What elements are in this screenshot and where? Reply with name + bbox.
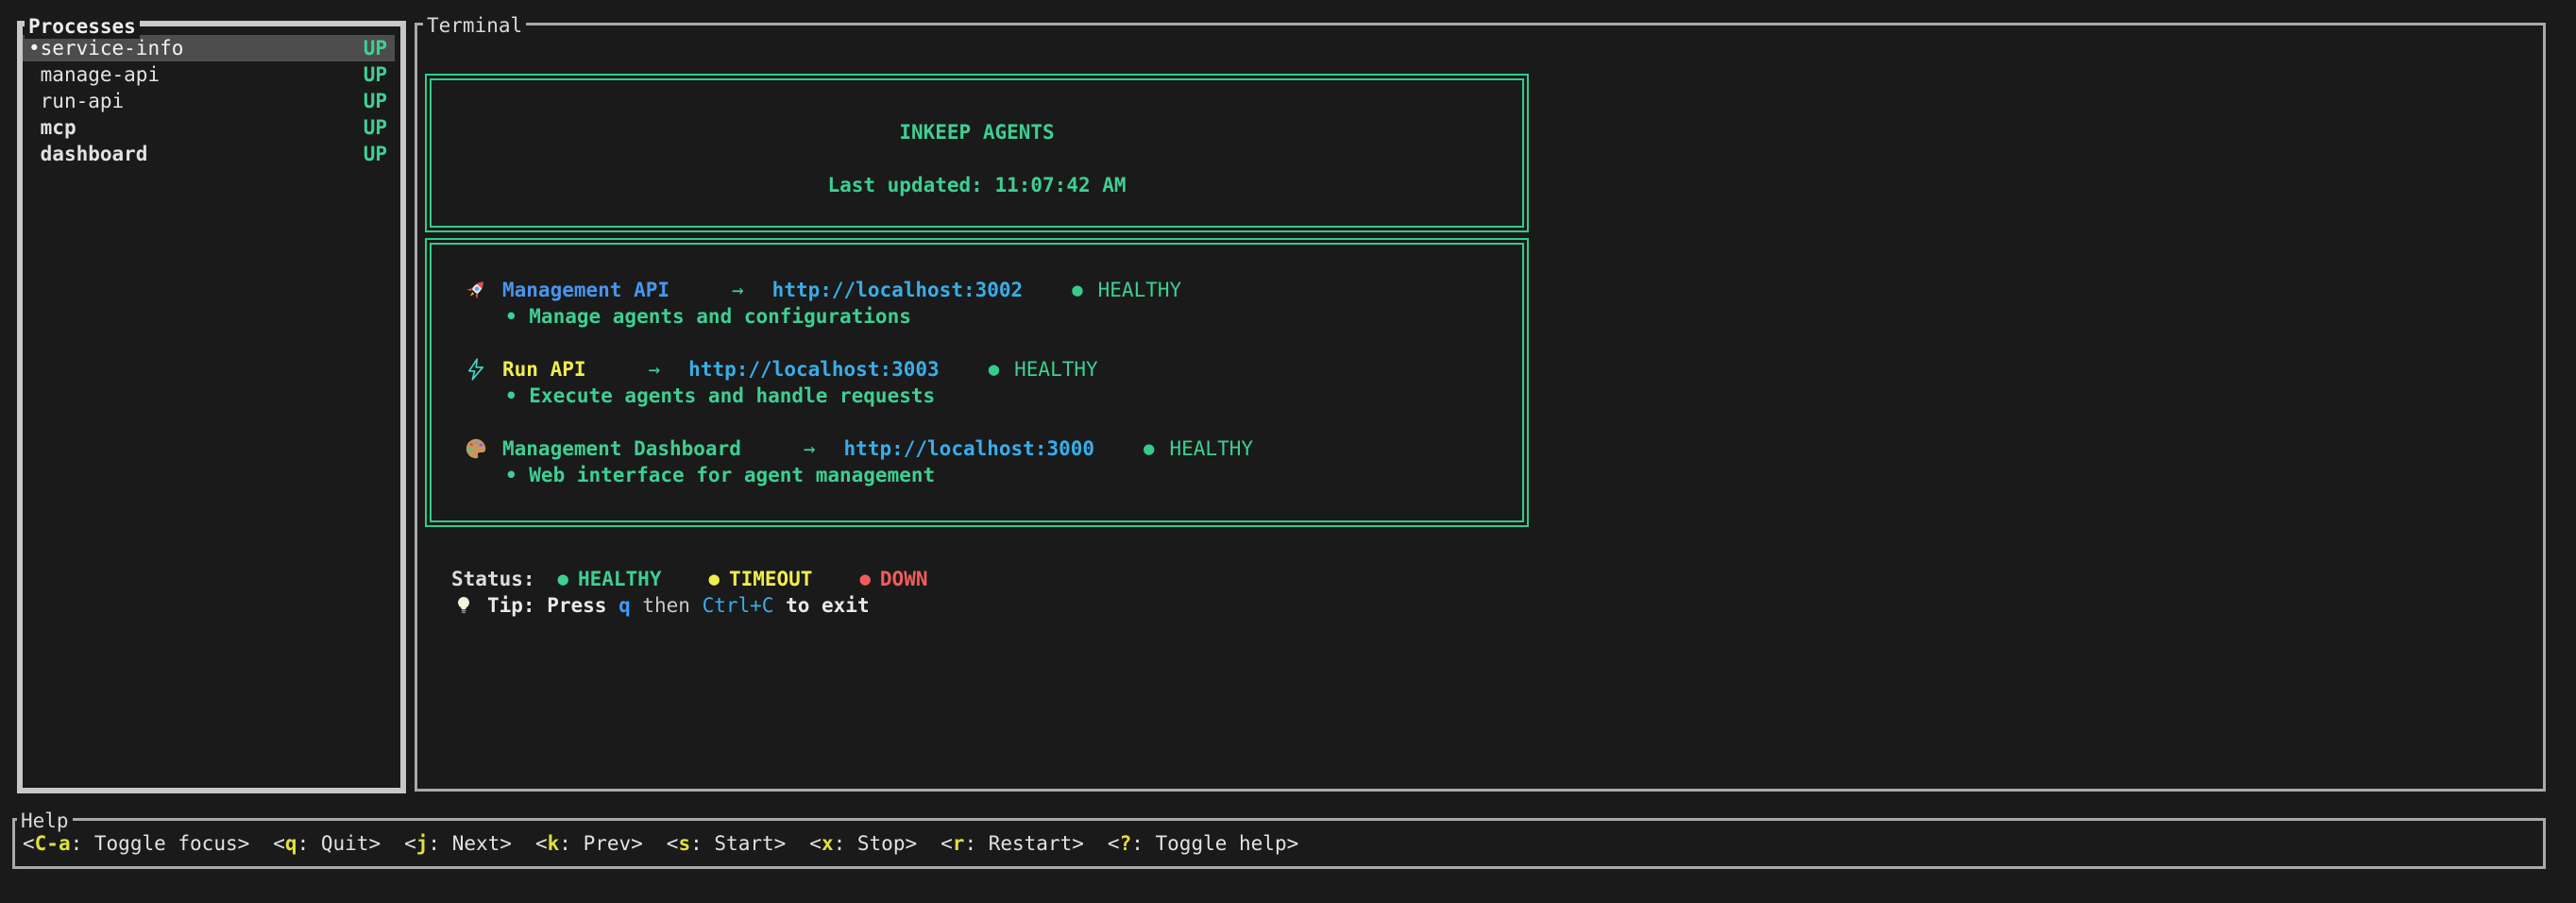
service-name: Run API [502, 358, 586, 381]
terminal-panel: Terminal INKEEP AGENTS Last updated: 11:… [415, 23, 2546, 792]
help-label: Prev [584, 832, 632, 855]
process-status-badge: UP [364, 37, 387, 60]
service-url[interactable]: http://localhost:3003 [688, 358, 940, 381]
selection-marker [28, 63, 41, 86]
process-status-badge: UP [364, 143, 387, 165]
service-url[interactable]: http://localhost:3000 [844, 437, 1095, 460]
help-key: C-a [35, 832, 71, 855]
service-health: HEALTHY [1014, 358, 1098, 381]
processes-panel-title: Processes [25, 14, 140, 39]
help-label: Toggle focus [94, 832, 238, 855]
help-label: Quit [321, 832, 369, 855]
process-name: mcp [41, 116, 76, 139]
help-item-toggle-focus: <C-a: Toggle focus> [23, 832, 249, 855]
process-status-badge: UP [364, 116, 387, 139]
legend-text: TIMEOUT [729, 568, 813, 590]
help-key: q [285, 832, 297, 855]
help-label: Stop [857, 832, 906, 855]
legend-item-timeout: ● TIMEOUT [708, 568, 837, 590]
process-name: dashboard [41, 143, 148, 165]
help-label: Restart [989, 832, 1073, 855]
tip-key-q: q [619, 594, 631, 617]
process-row-mcp[interactable]: mcp UP [23, 114, 395, 141]
process-row-service-info[interactable]: •service-info UP [23, 35, 395, 61]
terminal-panel-title: Terminal [423, 13, 526, 38]
status-dot: ● [859, 569, 870, 589]
legend-text: HEALTHY [578, 568, 662, 590]
service-description: • Manage agents and configurations [432, 303, 1522, 330]
status-dot: ● [1144, 438, 1154, 459]
process-row-run-api[interactable]: run-api UP [23, 88, 395, 114]
service-row-management-api: Management API → http://localhost:3002 ●… [432, 277, 1522, 303]
process-name: service-info [41, 37, 184, 60]
process-row-manage-api[interactable]: manage-api UP [23, 61, 395, 88]
arrow-icon: → [649, 358, 661, 381]
service-name: Management API [502, 279, 669, 301]
legend-item-healthy: ● HEALTHY [558, 568, 686, 590]
help-item-toggle-help: <?: Toggle help> [1108, 832, 1298, 855]
palette-icon [463, 435, 489, 462]
last-updated: Last updated: 11:07:42 AM [432, 172, 1522, 198]
process-status-badge: UP [364, 90, 387, 112]
selection-marker [28, 116, 41, 139]
help-key: ? [1120, 832, 1132, 855]
service-description: • Web interface for agent management [432, 462, 1522, 488]
help-label: Start [714, 832, 773, 855]
status-dot: ● [708, 569, 719, 589]
help-panel: Help <C-a: Toggle focus> <q: Quit> <j: N… [12, 818, 2546, 869]
service-description: • Execute agents and handle requests [432, 383, 1522, 409]
app-title: INKEEP AGENTS [432, 119, 1522, 145]
service-row-run-api: Run API → http://localhost:3003 ● HEALTH… [432, 356, 1522, 383]
help-item-quit: <q: Quit> [273, 832, 381, 855]
lightning-icon [463, 356, 489, 383]
legend-item-down: ● DOWN [859, 568, 952, 590]
help-item-stop: <x: Stop> [809, 832, 917, 855]
help-key: s [678, 832, 690, 855]
tip-text: Tip: Press [487, 594, 619, 617]
status-dot: ● [1072, 280, 1082, 300]
help-label: Toggle help [1156, 832, 1287, 855]
service-health: HEALTHY [1170, 437, 1254, 460]
help-item-start: <s: Start> [667, 832, 786, 855]
help-key: r [953, 832, 965, 855]
selection-marker: • [28, 37, 41, 60]
process-row-dashboard[interactable]: dashboard UP [23, 141, 395, 167]
process-list: •service-info UP manage-api UP run-api U… [23, 26, 400, 167]
process-name: run-api [41, 90, 125, 112]
lightbulb-icon [451, 593, 476, 618]
mprocs-terminal-ui: Processes •service-info UP manage-api UP… [0, 0, 2576, 903]
tip-key-ctrl-c: Ctrl+C [703, 594, 774, 617]
help-item-next: <j: Next> [404, 832, 512, 855]
service-name: Management Dashboard [502, 437, 741, 460]
help-item-prev: <k: Prev> [535, 832, 643, 855]
tip-text: to exit [773, 594, 869, 617]
status-legend: Status: ● HEALTHY ● TIMEOUT ● DOWN [451, 566, 952, 592]
help-key: k [548, 832, 560, 855]
process-status-badge: UP [364, 63, 387, 86]
selection-marker [28, 143, 41, 165]
services-box: Management API → http://localhost:3002 ●… [425, 238, 1529, 527]
status-legend-label: Status: [451, 568, 535, 590]
header-box: INKEEP AGENTS Last updated: 11:07:42 AM [425, 74, 1529, 232]
service-row-management-dashboard: Management Dashboard → http://localhost:… [432, 435, 1522, 462]
arrow-icon: → [732, 279, 744, 301]
selection-marker [28, 90, 41, 112]
help-label: Next [452, 832, 500, 855]
help-key: j [416, 832, 429, 855]
service-health: HEALTHY [1098, 279, 1182, 301]
help-panel-title: Help [17, 809, 73, 833]
help-item-restart: <r: Restart> [941, 832, 1084, 855]
help-keybindings: <C-a: Toggle focus> <q: Quit> <j: Next> … [15, 821, 2543, 866]
process-name: manage-api [41, 63, 160, 86]
rocket-icon [463, 277, 489, 303]
processes-panel: Processes •service-info UP manage-api UP… [17, 21, 406, 793]
tip-text: then [631, 594, 703, 617]
legend-text: DOWN [880, 568, 928, 590]
tip-line: Tip: Press q then Ctrl+C to exit [451, 592, 870, 619]
arrow-icon: → [804, 437, 816, 460]
status-dot: ● [989, 359, 999, 380]
status-dot: ● [558, 569, 568, 589]
help-key: x [822, 832, 834, 855]
service-url[interactable]: http://localhost:3002 [772, 279, 1024, 301]
